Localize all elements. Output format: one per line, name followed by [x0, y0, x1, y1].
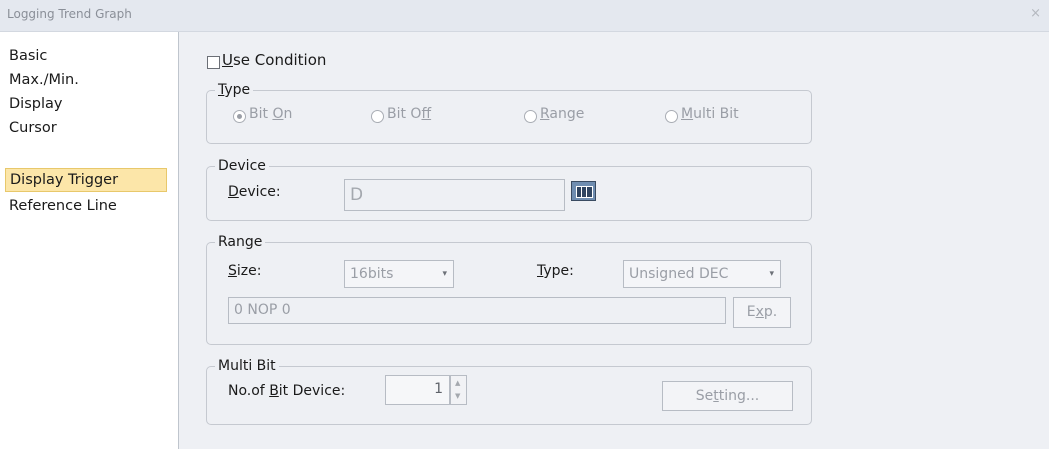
radio-multi-bit[interactable]: [665, 110, 678, 123]
range-group: Range: [206, 233, 812, 345]
multibit-group-legend: Multi Bit: [215, 357, 279, 375]
use-condition-label[interactable]: Use Condition: [222, 51, 326, 69]
sidebar-item-display[interactable]: Display: [5, 92, 167, 116]
title-bar: Logging Trend Graph ×: [0, 0, 1049, 32]
radio-multi-bit-label: Multi Bit: [681, 106, 739, 122]
device-input[interactable]: D: [344, 179, 565, 211]
radio-bit-on-label: Bit On: [249, 106, 293, 122]
spin-up-icon[interactable]: ▲: [455, 379, 460, 387]
sidebar-item-cursor[interactable]: Cursor: [5, 116, 167, 140]
device-label: Device:: [228, 184, 281, 200]
radio-bit-off-label: Bit Off: [387, 106, 432, 122]
window-title: Logging Trend Graph: [7, 7, 132, 21]
radio-bit-on[interactable]: [233, 110, 246, 123]
close-icon[interactable]: ×: [1030, 6, 1041, 21]
bit-device-count-input[interactable]: 1: [385, 375, 450, 405]
type-group-legend: Type: [215, 81, 254, 99]
exp-button[interactable]: Exp.: [733, 297, 791, 328]
range-type-label: Type:: [537, 263, 574, 279]
size-label: Size:: [228, 263, 262, 279]
range-type-dropdown[interactable]: Unsigned DEC ▾: [623, 260, 781, 288]
sidebar-item-reference-line[interactable]: Reference Line: [5, 194, 167, 218]
device-browse-icon[interactable]: [571, 181, 596, 201]
setting-button[interactable]: Setting...: [662, 381, 793, 411]
bit-device-label: No.of Bit Device:: [228, 383, 346, 399]
bit-device-stepper[interactable]: ▲ ▼: [450, 375, 467, 405]
chevron-down-icon: ▾: [769, 269, 774, 279]
use-condition-checkbox[interactable]: [207, 56, 220, 69]
sidebar: Basic Max./Min. Display Cursor Display T…: [0, 32, 179, 449]
sidebar-item-basic[interactable]: Basic: [5, 44, 167, 68]
radio-range-label: Range: [540, 106, 585, 122]
size-dropdown[interactable]: 16bits ▾: [344, 260, 454, 288]
spin-down-icon[interactable]: ▼: [455, 392, 460, 400]
radio-bit-off[interactable]: [371, 110, 384, 123]
range-group-legend: Range: [215, 233, 266, 251]
chevron-down-icon: ▾: [442, 269, 447, 279]
sidebar-item-max-min[interactable]: Max./Min.: [5, 68, 167, 92]
device-group-legend: Device: [215, 157, 269, 175]
radio-range[interactable]: [524, 110, 537, 123]
sidebar-item-display-trigger[interactable]: Display Trigger: [5, 168, 167, 192]
expression-input[interactable]: 0 NOP 0: [228, 297, 726, 324]
